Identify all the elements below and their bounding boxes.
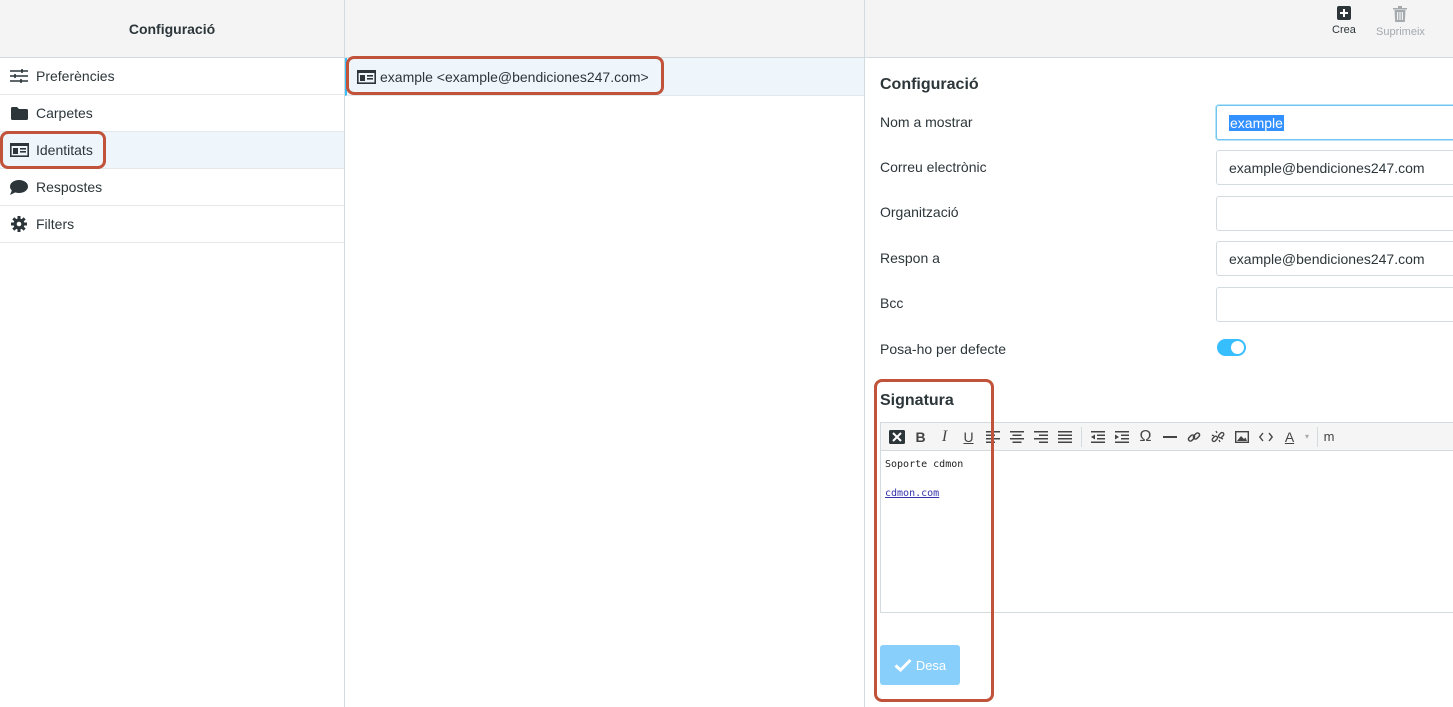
sidebar-item-label: Respostes: [36, 179, 103, 195]
sidebar-item-label: Filters: [36, 216, 75, 232]
bcc-label: Bcc: [880, 295, 904, 311]
display-name-input[interactable]: example: [1216, 105, 1453, 140]
align-center-icon[interactable]: [1005, 426, 1028, 448]
toggle-knob: [1231, 341, 1244, 354]
reply-to-input[interactable]: example@bendiciones247.com: [1216, 241, 1453, 276]
highlight-identities-nav: [0, 131, 106, 169]
reply-to-value: example@bendiciones247.com: [1229, 250, 1425, 267]
horizontal-rule-icon[interactable]: [1158, 426, 1181, 448]
organization-input[interactable]: [1216, 196, 1453, 231]
sidebar-item-preferences[interactable]: Preferències: [0, 58, 344, 95]
create-button[interactable]: Crea: [1332, 6, 1356, 36]
folder-icon: [9, 105, 29, 121]
sidebar-item-responses[interactable]: Respostes: [0, 169, 344, 206]
comment-icon: [9, 179, 29, 195]
toolbar-separator: [1081, 426, 1082, 447]
highlight-identity-item: [346, 56, 664, 95]
code-icon[interactable]: [1254, 426, 1277, 448]
outdent-icon[interactable]: [1086, 426, 1109, 448]
email-value: example@bendiciones247.com: [1229, 159, 1425, 176]
plus-square-icon: [1336, 6, 1351, 20]
gear-icon: [9, 216, 29, 232]
settings-sidebar: Configuració Preferències Carpetes Ident…: [0, 0, 345, 707]
identities-header: [345, 0, 864, 58]
more-button[interactable]: m: [1322, 426, 1336, 448]
text-color-icon[interactable]: A: [1278, 426, 1301, 448]
sliders-icon: [9, 68, 29, 84]
email-input[interactable]: example@bendiciones247.com: [1216, 150, 1453, 185]
sidebar-item-filters[interactable]: Filters: [0, 206, 344, 243]
trash-icon: [1393, 6, 1408, 22]
sidebar-header: Configuració: [0, 0, 344, 58]
default-toggle[interactable]: [1217, 339, 1246, 356]
toolbar-separator: [1317, 426, 1318, 447]
chevron-down-icon[interactable]: ▾: [1302, 426, 1312, 448]
align-right-icon[interactable]: [1029, 426, 1052, 448]
settings-app: Configuració Preferències Carpetes Ident…: [0, 0, 1453, 707]
link-icon[interactable]: [1182, 426, 1205, 448]
sidebar-item-label: Preferències: [36, 68, 115, 84]
identities-list-panel: example <example@bendiciones247.com>: [345, 0, 865, 707]
unlink-icon[interactable]: [1206, 426, 1229, 448]
image-icon[interactable]: [1230, 426, 1253, 448]
default-label: Posa-ho per defecte: [880, 341, 1007, 357]
special-chars-icon[interactable]: Ω: [1134, 426, 1157, 448]
settings-section-title: Configuració: [880, 76, 979, 93]
sidebar-item-label: Carpetes: [36, 105, 93, 121]
sidebar-title: Configuració: [128, 20, 216, 37]
indent-icon[interactable]: [1110, 426, 1133, 448]
delete-label: Suprimeix: [1376, 26, 1425, 38]
bcc-input[interactable]: [1216, 287, 1453, 322]
organization-label: Organització: [880, 204, 959, 220]
highlight-signature-section: [874, 379, 994, 702]
create-label: Crea: [1332, 24, 1356, 36]
email-label: Correu electrònic: [880, 159, 987, 175]
delete-button[interactable]: Suprimeix: [1376, 6, 1425, 38]
align-justify-icon[interactable]: [1053, 426, 1076, 448]
sidebar-item-folders[interactable]: Carpetes: [0, 95, 344, 132]
reply-to-label: Respon a: [880, 250, 940, 266]
editor-toolbar-header: Crea Suprimeix: [865, 0, 1453, 58]
display-name-value: example: [1229, 114, 1284, 131]
display-name-label: Nom a mostrar: [880, 114, 973, 130]
